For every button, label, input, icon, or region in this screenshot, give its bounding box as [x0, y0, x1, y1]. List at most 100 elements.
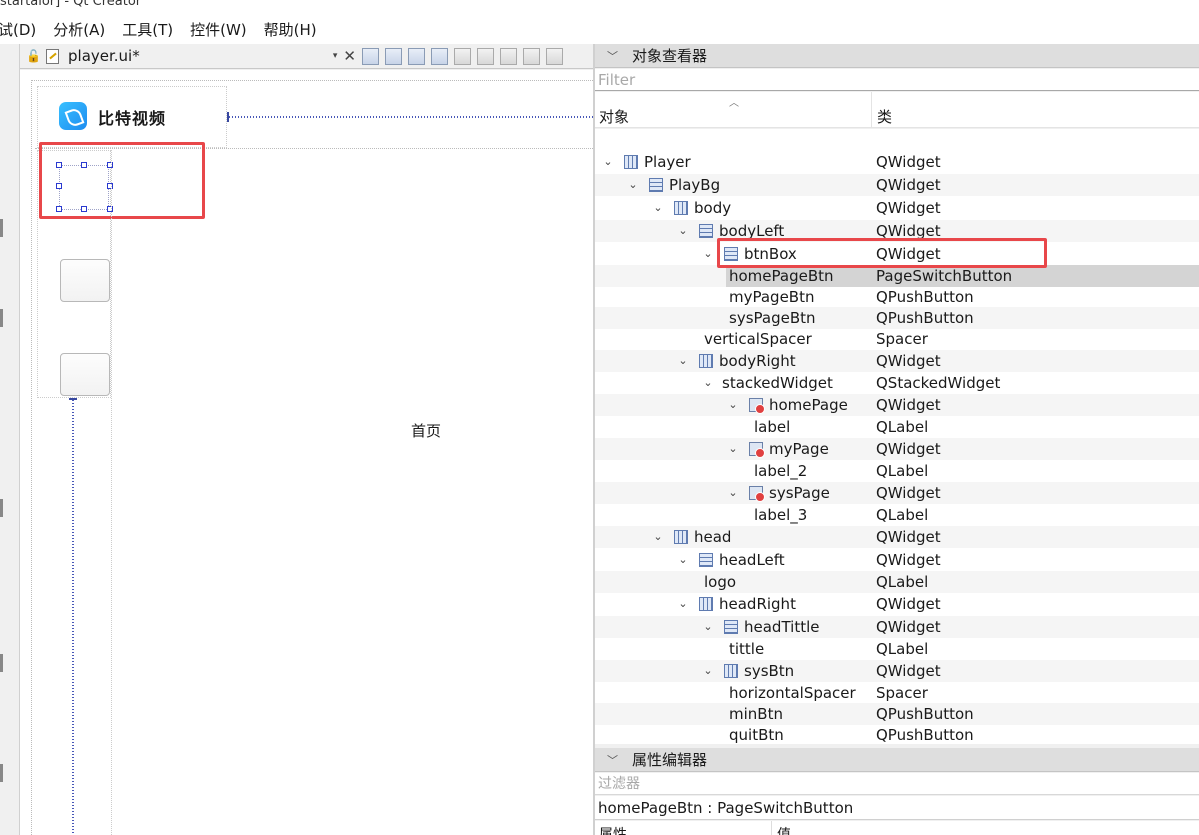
expand-arrow-icon[interactable]: ⌄	[677, 549, 689, 571]
column-object[interactable]: 对象	[599, 106, 629, 127]
object-name: Player	[644, 153, 691, 171]
tree-row[interactable]: label_3 QLabel	[595, 504, 1199, 526]
layout-grid-icon[interactable]	[546, 47, 563, 65]
page-widget-icon	[749, 486, 765, 502]
object-class: PageSwitchButton	[872, 265, 1199, 287]
horizontal-spacer[interactable]	[227, 112, 593, 122]
column-separator[interactable]	[771, 821, 772, 835]
tree-row[interactable]: ⌄ headRight QWidget	[595, 593, 1199, 615]
edit-tab-order-icon[interactable]	[431, 47, 448, 65]
horizontal-layout-icon	[699, 597, 713, 611]
property-editor-header[interactable]: ﹀ 属性编辑器	[595, 748, 1199, 772]
object-class: QLabel	[876, 573, 929, 591]
tree-row[interactable]: tittle QLabel	[595, 638, 1199, 660]
tree-row[interactable]: ⌄ head QWidget	[595, 526, 1199, 548]
expand-arrow-icon[interactable]: ⌄	[677, 220, 689, 242]
object-name: stackedWidget	[722, 374, 833, 392]
tree-row[interactable]: ⌄ bodyRight QWidget	[595, 350, 1199, 372]
object-name: sysPage	[769, 484, 830, 502]
menu-item[interactable]: 分析(A)	[53, 19, 105, 40]
edit-widgets-icon[interactable]	[362, 47, 379, 65]
menu-item[interactable]: 工具(T)	[122, 19, 173, 40]
expand-arrow-icon[interactable]: ⌄	[677, 593, 689, 615]
tree-row[interactable]: minBtn QPushButton	[595, 703, 1199, 725]
layout-vertical-icon[interactable]	[477, 47, 494, 65]
expand-arrow-icon[interactable]: ⌄	[702, 660, 714, 682]
tree-row[interactable]: ⌄ headTittle QWidget	[595, 616, 1199, 638]
object-inspector-header[interactable]: ﹀ 对象查看器	[595, 44, 1199, 68]
menu-item[interactable]: 帮助(H)	[264, 19, 317, 40]
chevron-down-icon[interactable]: ﹀	[607, 752, 618, 768]
tree-row[interactable]: myPageBtn QPushButton	[595, 286, 1199, 308]
tree-row[interactable]: ⌄ sysPage QWidget	[595, 482, 1199, 504]
expand-arrow-icon[interactable]: ⌄	[602, 151, 614, 173]
column-separator[interactable]	[871, 92, 872, 128]
layout-v-splitter-icon[interactable]	[523, 47, 540, 65]
tree-row[interactable]: label QLabel	[595, 416, 1199, 438]
tree-row[interactable]: ⌄ body QWidget	[595, 197, 1199, 219]
expand-arrow-icon[interactable]: ⌄	[677, 350, 689, 372]
mode-sidebar	[0, 44, 20, 835]
tree-row[interactable]: label_2 QLabel	[595, 460, 1199, 482]
my-page-button[interactable]	[60, 259, 110, 302]
object-class: QLabel	[876, 462, 929, 480]
object-name: headRight	[719, 595, 796, 613]
lock-icon[interactable]: 🔓	[26, 49, 41, 63]
column-value[interactable]: 值	[777, 824, 791, 835]
file-name[interactable]: player.ui*	[68, 47, 140, 65]
object-name: body	[694, 199, 732, 217]
vertical-spacer[interactable]	[69, 398, 77, 835]
object-name: myPage	[769, 440, 829, 458]
column-property[interactable]: 属性	[599, 824, 627, 835]
column-class[interactable]: 类	[877, 106, 892, 127]
tree-row[interactable]: ⌄ stackedWidget QStackedWidget	[595, 372, 1199, 394]
tree-row[interactable]: ⌄ myPage QWidget	[595, 438, 1199, 460]
highlight-row-box	[717, 238, 1047, 268]
tree-row[interactable]: verticalSpacer Spacer	[595, 328, 1199, 350]
tree-row[interactable]: ⌄ homePage QWidget	[595, 394, 1199, 416]
tree-row[interactable]: sysPageBtn QPushButton	[595, 307, 1199, 329]
tree-row[interactable]: horizontalSpacer Spacer	[595, 682, 1199, 704]
property-filter-input[interactable]: 过滤器	[595, 773, 1199, 795]
tree-row[interactable]: ⌄ Player QWidget	[595, 151, 1199, 173]
layout-horizontal-icon[interactable]	[454, 47, 471, 65]
expand-arrow-icon[interactable]: ⌄	[652, 197, 664, 219]
page-widget-icon	[749, 398, 765, 414]
close-document-icon[interactable]: ✕	[343, 47, 356, 65]
expand-arrow-icon[interactable]: ⌄	[727, 438, 739, 460]
tree-row[interactable]: ⌄ sysBtn QWidget	[595, 660, 1199, 682]
object-class: QWidget	[876, 440, 941, 458]
tree-row[interactable]: ⌄ PlayBg QWidget	[595, 174, 1199, 196]
object-name: verticalSpacer	[704, 330, 812, 348]
edit-buddies-icon[interactable]	[408, 47, 425, 65]
editor-toolbar: 🔓 player.ui* ▾ ✕	[20, 44, 593, 69]
layout-h-splitter-icon[interactable]	[500, 47, 517, 65]
tree-row[interactable]: logo QLabel	[595, 571, 1199, 593]
object-tree[interactable]: ⌄ Player QWidget ⌄ PlayBg QWidget ⌄ body QWidget…	[595, 129, 1199, 744]
tree-row[interactable]: ⌄ headLeft QWidget	[595, 549, 1199, 571]
file-dropdown-icon[interactable]: ▾	[333, 51, 338, 61]
object-class: QLabel	[876, 418, 929, 436]
stacked-widget[interactable]	[111, 150, 593, 835]
sys-page-button[interactable]	[60, 353, 110, 396]
expand-arrow-icon[interactable]: ⌄	[702, 616, 714, 638]
menu-item[interactable]: 控件(W)	[190, 19, 247, 40]
app-logo-icon[interactable]	[59, 102, 87, 130]
expand-arrow-icon[interactable]: ⌄	[727, 394, 739, 416]
expand-arrow-icon[interactable]: ⌄	[702, 372, 714, 394]
edit-signals-icon[interactable]	[385, 47, 402, 65]
expand-arrow-icon[interactable]: ⌄	[702, 243, 714, 265]
expand-arrow-icon[interactable]: ⌄	[727, 482, 739, 504]
chevron-down-icon[interactable]: ﹀	[607, 48, 618, 64]
expand-arrow-icon[interactable]: ⌄	[652, 526, 664, 548]
menu-item[interactable]: 试(D)	[0, 19, 36, 40]
object-class: QWidget	[876, 396, 941, 414]
tree-row[interactable]: homePageBtn PageSwitchButton	[595, 265, 1199, 287]
logo-text: 比特视频	[98, 109, 167, 128]
object-class: QWidget	[876, 528, 941, 546]
horizontal-layout-icon	[624, 155, 638, 169]
object-tree-header: ︿ 对象 类	[595, 92, 1199, 128]
object-filter-input[interactable]: Filter	[595, 69, 1199, 91]
tree-row[interactable]: quitBtn QPushButton	[595, 724, 1199, 746]
expand-arrow-icon[interactable]: ⌄	[627, 174, 639, 196]
